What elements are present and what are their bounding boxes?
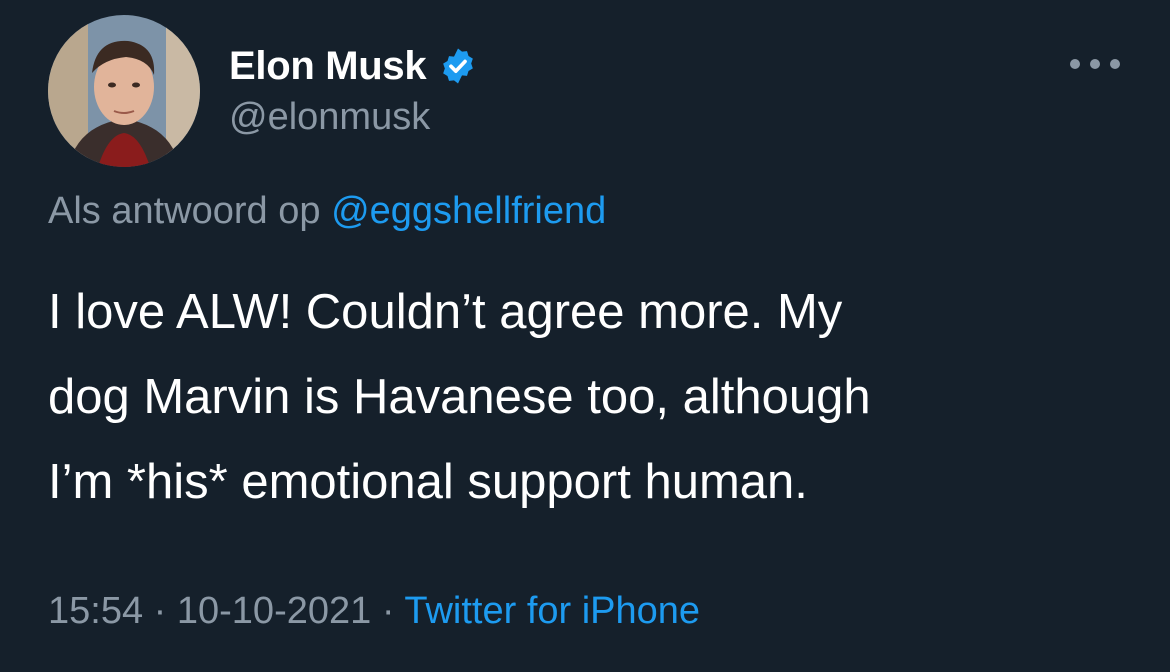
tweet-time[interactable]: 15:54 — [48, 590, 143, 632]
tweet-source-link[interactable]: Twitter for iPhone — [404, 590, 700, 632]
meta-separator: · — [381, 590, 395, 632]
author-name[interactable]: Elon Musk — [229, 44, 427, 89]
author-handle[interactable]: @elonmusk — [229, 96, 430, 139]
tweet-metadata: 15:54 · 10-10-2021 · Twitter for iPhone — [48, 590, 700, 633]
tweet-date[interactable]: 10-10-2021 — [177, 590, 371, 632]
reply-prefix: Als antwoord op — [48, 190, 321, 232]
avatar[interactable] — [48, 15, 200, 167]
reply-context: Als antwoord op @eggshellfriend — [48, 190, 606, 233]
more-options-icon[interactable] — [1070, 54, 1120, 74]
reply-mention-link[interactable]: @eggshellfriend — [331, 190, 606, 232]
more-dot — [1090, 59, 1100, 69]
more-dot — [1110, 59, 1120, 69]
tweet-text: I love ALW! Couldn’t agree more. My dog … — [48, 270, 1138, 525]
author-name-row: Elon Musk — [229, 40, 478, 92]
tweet-text-line: dog Marvin is Havanese too, although — [48, 370, 871, 424]
tweet-text-line: I’m *his* emotional support human. — [48, 455, 808, 509]
tweet-card: Elon Musk @elonmusk Als antwoord op @egg… — [0, 0, 1170, 672]
more-dot — [1070, 59, 1080, 69]
tweet-text-line: I love ALW! Couldn’t agree more. My — [48, 285, 843, 339]
avatar-image — [48, 15, 200, 167]
verified-badge-icon — [443, 48, 474, 84]
meta-separator: · — [153, 590, 167, 632]
